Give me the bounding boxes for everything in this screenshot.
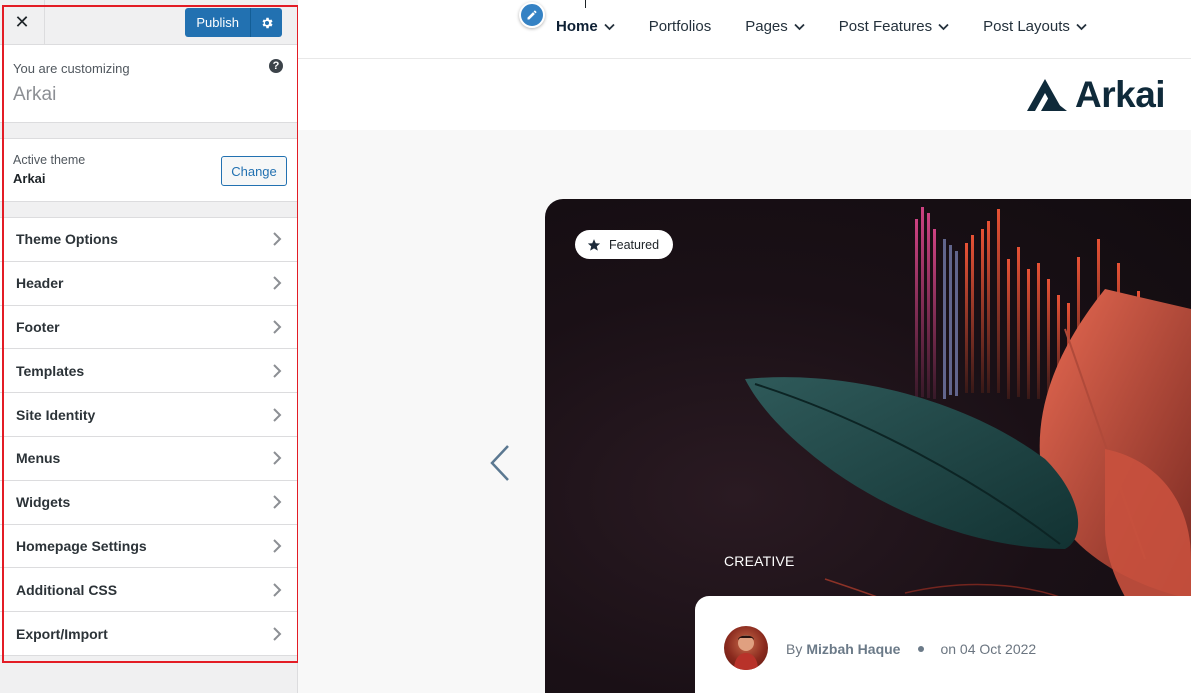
featured-badge: Featured — [575, 230, 674, 259]
section-item-label: Theme Options — [16, 231, 118, 248]
meta-separator-dot — [918, 646, 925, 652]
publish-button-group: Publish — [185, 8, 282, 37]
section-item-label: Templates — [16, 362, 85, 379]
chevron-right-icon — [273, 320, 282, 334]
help-icon[interactable]: ? — [269, 59, 283, 73]
author-photo — [734, 635, 758, 670]
section-item-label: Menus — [16, 450, 61, 467]
nav-item-label: Post Layouts — [983, 18, 1070, 35]
arkai-logo-mark-icon — [1027, 79, 1067, 111]
main-navigation: Home Portfolios Pages Post Features Post Lay… — [556, 18, 1121, 35]
nav-item-label: Home — [556, 18, 598, 35]
customizing-label: You are customizing — [13, 61, 130, 76]
post-meta-card: By Mizbah Haque on 04 Oct 2022 — [695, 596, 1191, 693]
nav-item-label: Pages — [745, 18, 788, 35]
logo-text: Arkai — [1075, 74, 1166, 115]
active-theme-panel: Active theme Arkai Change — [0, 138, 298, 202]
section-item[interactable]: Widgets — [0, 481, 298, 525]
edit-shortcut-stem — [585, 0, 586, 8]
nav-item-label: Post Features — [838, 18, 933, 35]
section-item[interactable]: Homepage Settings — [0, 525, 298, 569]
by-label: By — [786, 641, 803, 657]
chevron-down-icon — [938, 23, 949, 30]
section-item[interactable]: Menus — [0, 437, 298, 481]
section-item-label: Widgets — [16, 494, 71, 511]
post-category-link[interactable]: CREATIVE — [724, 553, 795, 569]
chevron-right-icon — [273, 232, 282, 247]
section-item[interactable]: Site Identity — [0, 393, 298, 437]
publish-settings-button[interactable] — [251, 8, 282, 37]
section-item[interactable]: Footer — [0, 306, 298, 350]
customizing-theme-name: Arkai — [13, 84, 57, 105]
close-customizer-button[interactable]: ✕ — [0, 0, 45, 45]
nav-item[interactable]: Post Layouts — [983, 18, 1087, 35]
chevron-right-icon — [273, 364, 282, 378]
slider-prev-arrow-icon[interactable] — [488, 444, 512, 482]
header-divider — [298, 58, 1191, 59]
section-item-label: Additional CSS — [16, 581, 118, 598]
chevron-right-icon — [273, 626, 282, 641]
section-item-label: Export/Import — [16, 625, 108, 642]
section-item[interactable]: Theme Options — [0, 218, 298, 262]
section-item[interactable]: Additional CSS — [0, 568, 298, 613]
nav-item[interactable]: Portfolios — [649, 18, 712, 35]
chevron-right-icon — [273, 451, 282, 466]
section-item-label: Site Identity — [16, 406, 96, 423]
chevron-down-icon — [794, 23, 805, 30]
customizer-sidebar: ✕ Publish You are customizing Arkai ? Ac… — [0, 0, 299, 693]
featured-badge-label: Featured — [609, 237, 660, 252]
gear-icon — [262, 17, 273, 28]
site-logo[interactable]: Arkai — [1025, 74, 1166, 116]
post-meta: By Mizbah Haque on 04 Oct 2022 — [786, 641, 1036, 657]
edit-shortcut-button[interactable] — [519, 2, 545, 28]
publish-button[interactable]: Publish — [185, 8, 251, 37]
site-header: Home Portfolios Pages Post Features Post Lay… — [298, 0, 1191, 130]
nav-item[interactable]: Pages — [745, 18, 805, 35]
site-preview: Home Portfolios Pages Post Features Post Lay… — [298, 0, 1191, 693]
customizer-header: ✕ Publish — [0, 0, 298, 45]
pencil-icon — [527, 10, 537, 20]
section-item-label: Homepage Settings — [16, 537, 147, 554]
section-item[interactable]: Export/Import — [0, 612, 298, 656]
chevron-down-icon — [1076, 23, 1087, 30]
nav-item[interactable]: Home — [556, 18, 615, 35]
author-name-link[interactable]: Mizbah Haque — [806, 641, 900, 657]
nav-item[interactable]: Post Features — [839, 18, 949, 35]
active-theme-label: Active theme — [13, 153, 86, 167]
chevron-right-icon — [273, 276, 282, 290]
nav-item-label: Portfolios — [648, 18, 712, 35]
customizer-section-list: Theme Options Header Footer Templates Site I… — [0, 217, 298, 656]
section-item-label: Footer — [16, 318, 60, 335]
customizer-info-panel: You are customizing Arkai ? — [0, 45, 298, 123]
section-item-label: Header — [16, 275, 64, 292]
section-item[interactable]: Header — [0, 262, 298, 306]
post-date: on 04 Oct 2022 — [940, 641, 1037, 657]
change-theme-button[interactable]: Change — [221, 156, 287, 186]
star-icon — [587, 238, 601, 251]
section-item[interactable]: Templates — [0, 349, 298, 394]
chevron-right-icon — [273, 407, 282, 422]
chevron-right-icon — [273, 495, 282, 509]
chevron-right-icon — [273, 539, 282, 553]
chevron-down-icon — [604, 23, 615, 30]
active-theme-name: Arkai — [13, 171, 46, 186]
chevron-right-icon — [273, 583, 282, 597]
author-avatar[interactable] — [724, 626, 768, 670]
